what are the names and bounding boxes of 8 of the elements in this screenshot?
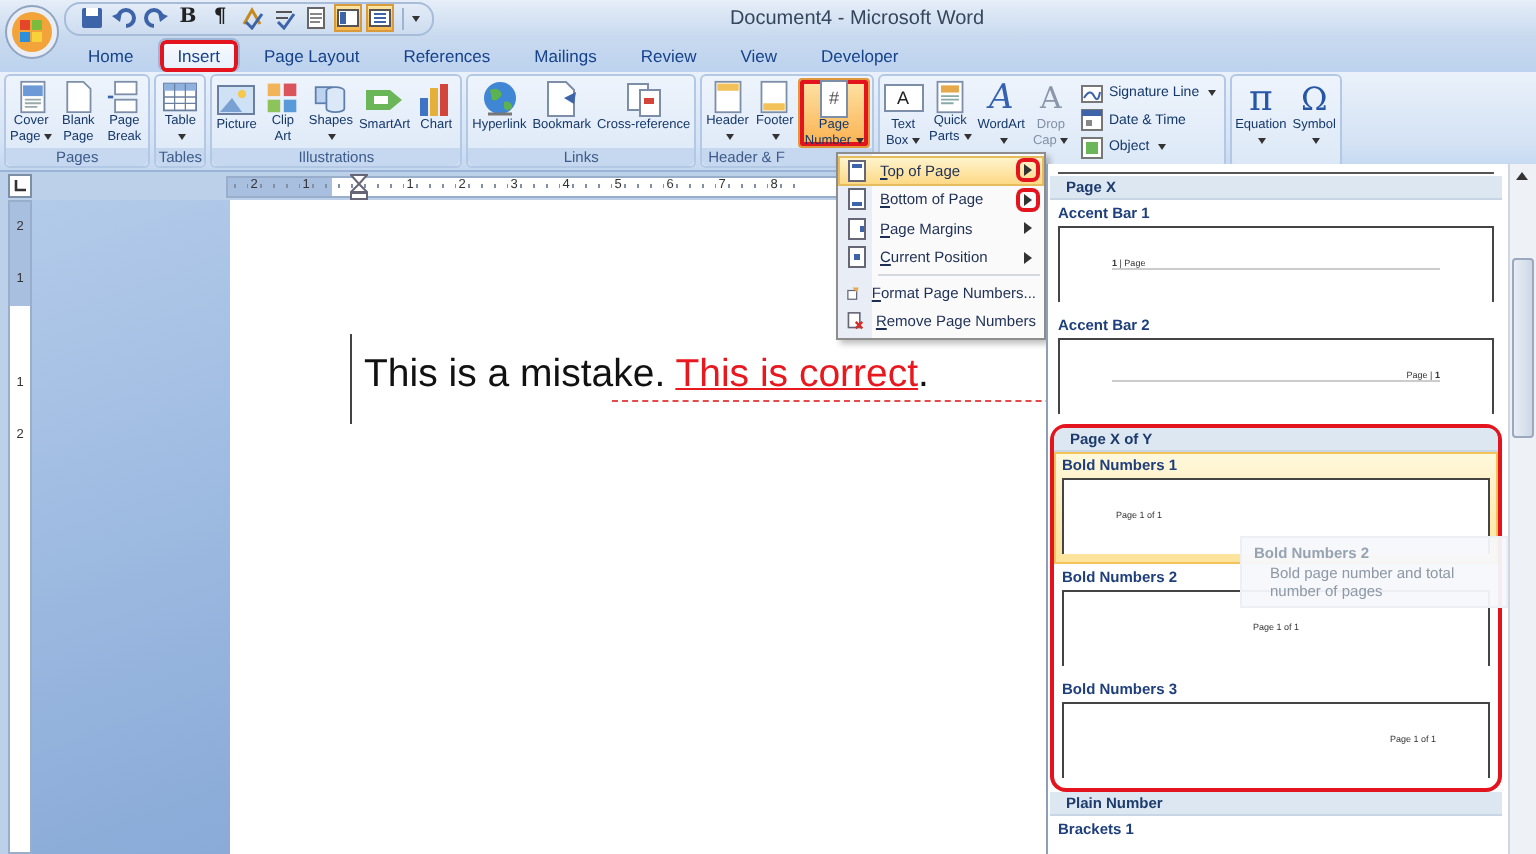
omega-icon: Ω [1294, 80, 1335, 118]
window-title: Document4 - Microsoft Word [727, 7, 987, 29]
document-text: This is a mistake. This is correct. [364, 350, 931, 398]
page-number-icon: # [819, 80, 848, 118]
drop-cap-icon: A [1030, 80, 1071, 118]
pi-icon: π [1240, 80, 1281, 118]
text-box-icon: A [883, 84, 924, 112]
wordart-icon: A [981, 80, 1022, 118]
